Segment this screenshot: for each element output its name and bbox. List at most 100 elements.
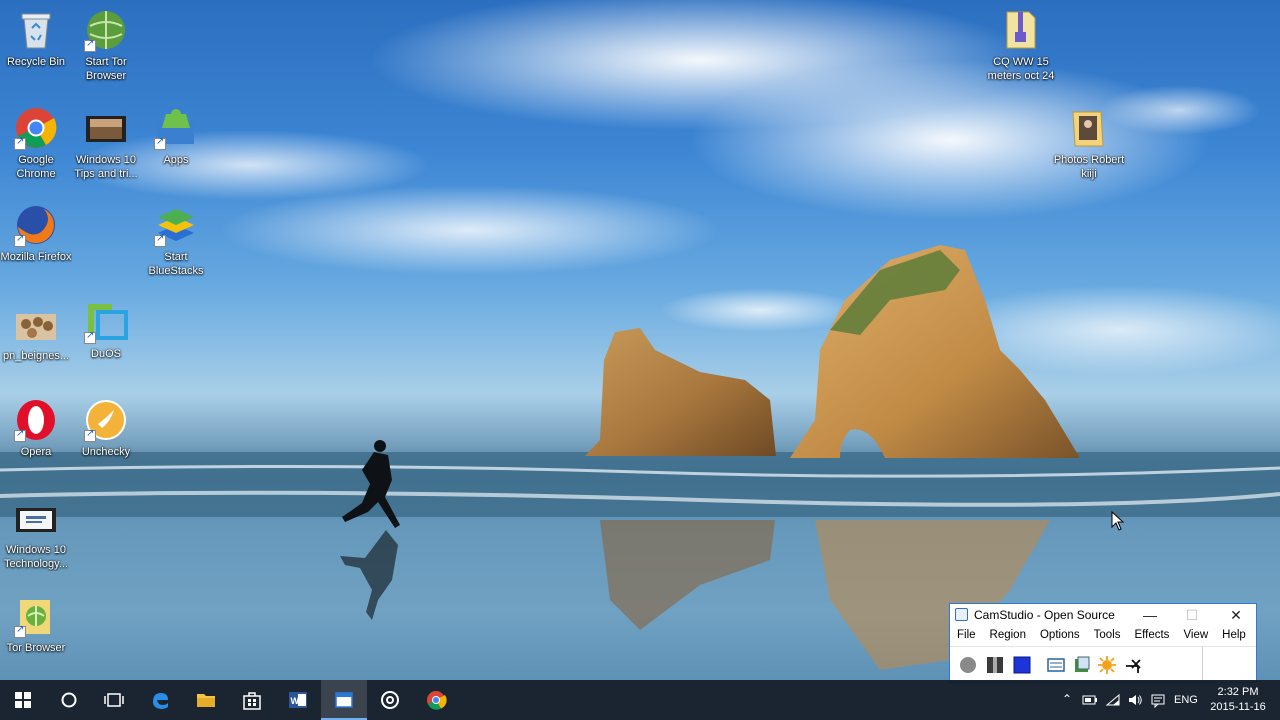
video-file-icon: [84, 106, 128, 150]
desktop-icon-recycle-bin[interactable]: Recycle Bin: [0, 8, 72, 69]
annotate-icon: [1126, 659, 1141, 673]
desktop-icon-tor-browser[interactable]: Tor Browser: [0, 594, 72, 655]
region-icon: [1047, 658, 1065, 672]
camstudio-icon: [335, 692, 353, 708]
duos-icon: [84, 300, 128, 344]
folder-icon: [197, 694, 215, 707]
shortcut-arrow-icon: [84, 428, 96, 442]
camera-icon: [1075, 656, 1090, 672]
shortcut-arrow-icon: [14, 136, 26, 150]
taskbar-camstudio[interactable]: [321, 680, 367, 720]
menu-effects[interactable]: Effects: [1133, 626, 1175, 646]
taskbar-edge[interactable]: [137, 680, 183, 720]
shortcut-arrow-icon: [154, 136, 166, 150]
recycle-bin-icon: [14, 8, 58, 52]
maximize-button[interactable]: ☐: [1170, 604, 1214, 626]
image-file-icon: [14, 302, 58, 346]
menu-view[interactable]: View: [1182, 626, 1214, 646]
desktop-icon-label: Start Tor Browser: [85, 56, 127, 82]
window-titlebar[interactable]: CamStudio - Open Source — ☐ ✕: [950, 604, 1256, 626]
taskbar-media[interactable]: [367, 680, 413, 720]
desktop-icon-start-bluestacks[interactable]: Start BlueStacks: [140, 203, 212, 278]
windows-logo-icon: [15, 692, 31, 708]
record-icon: [960, 657, 976, 673]
close-button[interactable]: ✕: [1214, 604, 1258, 626]
task-view-button[interactable]: [91, 680, 137, 720]
menu-region[interactable]: Region: [989, 626, 1032, 646]
input-language-indicator[interactable]: ENG: [1174, 694, 1198, 706]
camstudio-window[interactable]: CamStudio - Open Source — ☐ ✕ File Regio…: [949, 603, 1257, 683]
desktop-icon-label: pn_beignes...: [2, 350, 70, 362]
shortcut-arrow-icon: [84, 330, 96, 344]
desktop-icon-label: Mozilla Firefox: [0, 251, 72, 263]
bluestacks-icon: [154, 203, 198, 247]
battery-icon[interactable]: [1082, 692, 1098, 708]
desktop-icon-start-tor-browser[interactable]: Start Tor Browser: [70, 8, 142, 83]
word-icon: W: [289, 692, 307, 708]
volume-icon[interactable]: [1127, 692, 1143, 708]
firefox-icon: [14, 203, 58, 247]
video-file-icon: [14, 496, 58, 540]
clock-date: 2015-11-16: [1210, 701, 1266, 713]
zip-folder-icon: [999, 8, 1043, 52]
taskbar-file-explorer[interactable]: [183, 680, 229, 720]
desktop-icon-google-chrome[interactable]: Google Chrome: [0, 106, 72, 181]
menu-bar: File Region Options Tools Effects View H…: [950, 626, 1256, 646]
desktop-icon-windows10-technology[interactable]: Windows 10 Technology...: [0, 496, 72, 571]
desktop-icon-label: Opera: [20, 446, 52, 458]
taskbar-store[interactable]: [229, 680, 275, 720]
photos-folder-icon: [1067, 106, 1111, 150]
desktop-icon-label: Start BlueStacks: [148, 251, 204, 277]
desktop-icon-windows10-tips[interactable]: Windows 10 Tips and tri...: [70, 106, 142, 181]
mouse-cursor-icon: [1111, 511, 1125, 531]
desktop-icon-label: DuOS: [91, 348, 121, 360]
cortana-button[interactable]: [46, 680, 92, 720]
desktop-icon-photos-robert[interactable]: Photos Robert kiiji: [1052, 106, 1126, 181]
wifi-icon[interactable]: [1105, 692, 1121, 708]
chrome-icon: [427, 691, 447, 710]
desktop-icon-opera[interactable]: Opera: [0, 398, 72, 459]
desktop-icon-label: CQ WW 15 meters oct 24: [987, 56, 1055, 82]
taskbar-chrome[interactable]: [413, 680, 459, 720]
desktop-icon-label: Recycle Bin: [6, 56, 66, 68]
edge-icon: [153, 693, 168, 709]
minimize-button[interactable]: —: [1128, 604, 1172, 626]
menu-tools[interactable]: Tools: [1093, 626, 1127, 646]
tor-folder-icon: [14, 594, 58, 638]
pause-icon: [987, 657, 1003, 673]
stop-icon: [1013, 656, 1031, 674]
desktop-icon-cq-ww[interactable]: CQ WW 15 meters oct 24: [984, 8, 1058, 83]
pause-button[interactable]: [985, 655, 1005, 675]
desktop-icon-duos[interactable]: DuOS: [70, 300, 142, 361]
stop-button[interactable]: [1012, 655, 1032, 675]
shortcut-arrow-icon: [14, 624, 26, 638]
desktop-icon-label: Tor Browser: [6, 642, 66, 654]
taskbar-word[interactable]: W: [275, 680, 321, 720]
wallpaper-scene: [0, 0, 1280, 680]
shortcut-arrow-icon: [154, 233, 166, 247]
camstudio-app-icon: [955, 608, 968, 621]
desktop-icon-mozilla-firefox[interactable]: Mozilla Firefox: [0, 203, 72, 264]
tor-globe-icon: [84, 8, 128, 52]
show-hidden-icons-button[interactable]: ⌃: [1059, 692, 1075, 708]
taskbar-clock[interactable]: 2:32 PM 2015-11-16: [1206, 685, 1270, 715]
settings-button[interactable]: [1097, 655, 1117, 675]
record-button[interactable]: [958, 655, 978, 675]
start-button[interactable]: [0, 680, 46, 720]
desktop-icon-unchecky[interactable]: Unchecky: [70, 398, 142, 459]
settings-sun-icon: [1098, 656, 1116, 674]
task-view-icon: [104, 693, 124, 707]
desktop-icon-apps[interactable]: Apps: [140, 106, 212, 167]
cortana-circle-icon: [61, 692, 77, 708]
menu-options[interactable]: Options: [1039, 626, 1086, 646]
action-center-icon[interactable]: [1150, 692, 1166, 709]
region-button[interactable]: [1046, 655, 1066, 675]
desktop-icon-label: Photos Robert kiiji: [1053, 154, 1125, 180]
menu-help[interactable]: Help: [1221, 626, 1252, 646]
camera-button[interactable]: [1072, 655, 1092, 675]
annotate-button[interactable]: [1124, 655, 1144, 675]
desktop-icon-beignets[interactable]: pn_beignes...: [0, 302, 72, 363]
svg-text:W: W: [291, 696, 300, 706]
shortcut-arrow-icon: [84, 38, 96, 52]
menu-file[interactable]: File: [956, 626, 982, 646]
